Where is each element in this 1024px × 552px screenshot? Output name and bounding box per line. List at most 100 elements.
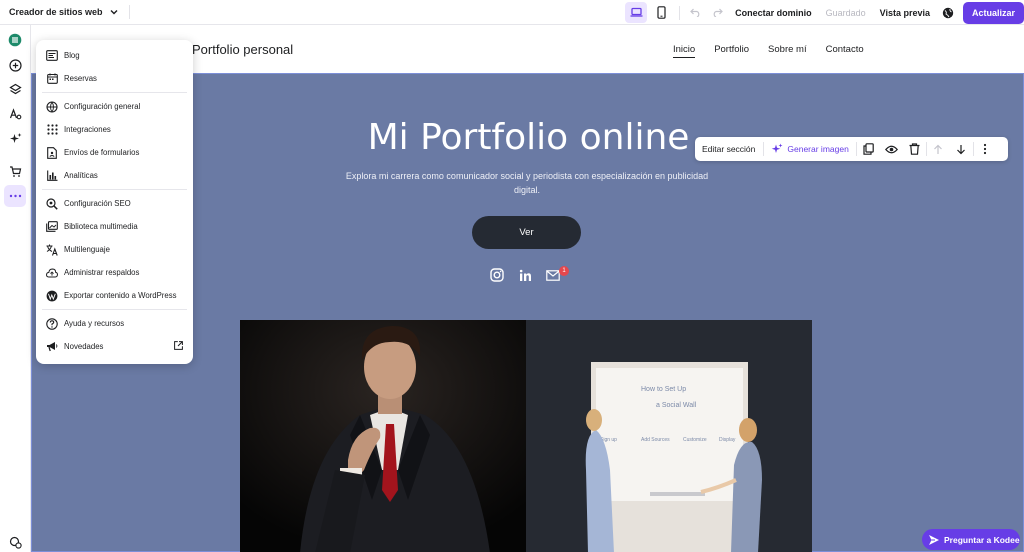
settings-bottom-button[interactable] (4, 531, 26, 552)
menu-item-multilenguaje[interactable]: Multilenguaje (36, 238, 193, 261)
menu-item-label: Biblioteca multimedia (64, 222, 138, 231)
whiteboard-photo-illustration: How to Set Up a Social Wall Sign up Add … (526, 320, 812, 552)
edit-section-button[interactable]: Editar sección (695, 144, 763, 154)
website-builder-menu[interactable]: Creador de sitios web (0, 0, 119, 24)
layers-button[interactable] (4, 78, 26, 100)
gear-help-icon (9, 536, 22, 549)
menu-item-label: Analíticas (64, 171, 98, 180)
saved-status: Guardado (825, 7, 866, 18)
copy-icon (863, 143, 874, 155)
menu-item-label: Configuración SEO (64, 199, 131, 208)
home-logo-button[interactable] (4, 29, 26, 51)
menu-item-label: Integraciones (64, 125, 111, 134)
menu-item-configuracion-general[interactable]: Configuración general (36, 95, 193, 118)
ai-tools-button[interactable] (4, 127, 26, 149)
notification-badge: 1 (559, 266, 569, 276)
menu-item-ayuda-recursos[interactable]: Ayuda y recursos (36, 312, 193, 335)
instagram-icon[interactable] (490, 268, 504, 282)
calendar-icon (46, 73, 58, 85)
blog-icon (46, 50, 58, 62)
sparkle-icon (772, 143, 783, 153)
nav-link-sobre-mi[interactable]: Sobre mí (768, 44, 807, 58)
ver-button[interactable]: Ver (472, 216, 581, 249)
eye-icon (884, 145, 898, 153)
menu-item-label: Reservas (64, 74, 97, 83)
logo-icon (8, 33, 22, 47)
more-horizontal-icon (9, 194, 21, 198)
chevron-down-icon (110, 10, 118, 15)
more-section-options-button[interactable] (974, 137, 997, 161)
duplicate-section-button[interactable] (857, 137, 880, 161)
add-element-button[interactable] (4, 54, 26, 76)
menu-item-label: Exportar contenido a WordPress (64, 291, 177, 300)
menu-item-administrar-respaldos[interactable]: Administrar respaldos (36, 261, 193, 284)
megaphone-icon (46, 341, 58, 353)
desktop-view-button[interactable] (625, 2, 648, 23)
nav-link-inicio[interactable]: Inicio (673, 44, 696, 58)
menu-item-envios-formularios[interactable]: Envíos de formularios (36, 141, 193, 164)
menu-item-novedades[interactable]: Novedades (36, 335, 193, 358)
move-down-button[interactable] (950, 137, 973, 161)
menu-item-label: Envíos de formularios (64, 148, 140, 157)
portrait-image[interactable] (240, 320, 526, 552)
whiteboard-image[interactable]: How to Set Up a Social Wall Sign up Add … (526, 320, 812, 552)
whiteboard-col-2: Add Sources (641, 437, 670, 443)
menu-item-reservas[interactable]: Reservas (36, 67, 193, 90)
update-button[interactable]: Actualizar (963, 1, 1024, 24)
redo-button[interactable] (706, 2, 728, 23)
email-icon[interactable]: 1 (546, 266, 569, 282)
menu-item-exportar-wordpress[interactable]: Exportar contenido a WordPress (36, 284, 193, 307)
site-title[interactable]: Portfolio personal (192, 42, 293, 57)
brand-label: Creador de sitios web (9, 7, 103, 17)
arrow-down-icon (957, 144, 966, 154)
whiteboard-text-1: How to Set Up (641, 386, 686, 393)
language-button[interactable] (937, 2, 959, 23)
connect-domain-button[interactable]: Conectar dominio (728, 8, 819, 18)
external-link-icon (174, 341, 183, 350)
whiteboard-col-4: Display (719, 437, 736, 443)
more-options-button[interactable] (4, 185, 26, 207)
menu-item-label: Ayuda y recursos (64, 319, 125, 328)
redo-icon (713, 8, 723, 17)
ask-kodee-button[interactable]: Preguntar a Kodee (922, 529, 1020, 550)
hero-subtitle[interactable]: Explora mi carrera como comunicador soci… (342, 169, 712, 197)
translate-icon (46, 244, 58, 256)
divider (128, 5, 130, 19)
menu-item-analiticas[interactable]: Analíticas (36, 164, 193, 187)
whiteboard-text-2: a Social Wall (656, 402, 697, 409)
delete-section-button[interactable] (903, 137, 926, 161)
menu-item-biblioteca-multimedia[interactable]: Biblioteca multimedia (36, 215, 193, 238)
divider (679, 5, 681, 20)
menu-divider (42, 309, 187, 310)
generate-image-button[interactable]: Generar imagen (764, 143, 855, 155)
plus-circle-icon (8, 58, 22, 72)
help-circle-icon (46, 317, 58, 330)
cloud-backup-icon (46, 267, 58, 279)
kodee-send-icon (929, 534, 939, 545)
whiteboard-col-3: Customize (683, 437, 707, 443)
media-library-icon (46, 221, 58, 233)
menu-item-label: Novedades (64, 342, 104, 351)
preview-button[interactable]: Vista previa (873, 8, 937, 18)
menu-item-integraciones[interactable]: Integraciones (36, 118, 193, 141)
store-button[interactable] (4, 160, 26, 182)
mobile-view-button[interactable] (650, 2, 672, 23)
menu-item-blog[interactable]: Blog (36, 44, 193, 67)
nav-link-contacto[interactable]: Contacto (826, 44, 864, 58)
toggle-visibility-button[interactable] (880, 137, 903, 161)
bar-chart-icon (46, 170, 58, 182)
move-up-button[interactable] (927, 137, 950, 161)
styles-button[interactable] (4, 103, 26, 125)
linkedin-icon[interactable] (518, 268, 532, 282)
ask-kodee-label: Preguntar a Kodee (944, 534, 1020, 545)
more-vertical-icon (984, 143, 987, 155)
menu-item-configuracion-seo[interactable]: Configuración SEO (36, 192, 193, 215)
nav-link-portfolio[interactable]: Portfolio (714, 44, 749, 58)
grid-dots-icon (46, 124, 58, 136)
cart-icon (9, 165, 21, 177)
phone-icon (656, 6, 666, 19)
form-document-icon (46, 146, 58, 159)
undo-button[interactable] (684, 2, 706, 23)
more-options-menu: Blog Reservas Configuración general Inte… (36, 40, 193, 364)
laptop-icon (630, 7, 643, 17)
